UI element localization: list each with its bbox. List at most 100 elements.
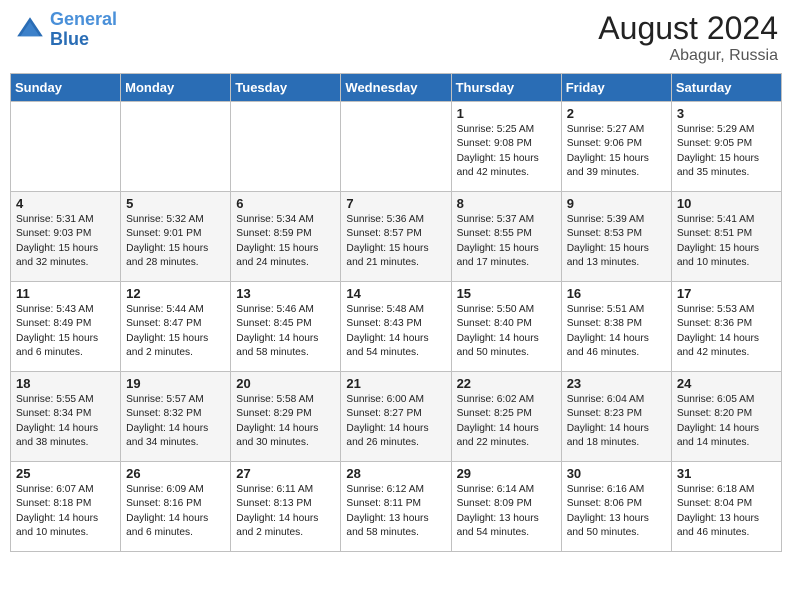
calendar-table: SundayMondayTuesdayWednesdayThursdayFrid… <box>10 73 782 552</box>
cell-sun-info: Sunrise: 6:05 AMSunset: 8:20 PMDaylight:… <box>677 393 776 450</box>
day-number: 16 <box>567 286 666 301</box>
calendar-cell: 5Sunrise: 5:32 AMSunset: 9:01 PMDaylight… <box>121 192 231 282</box>
day-number: 24 <box>677 376 776 391</box>
cell-sun-info: Sunrise: 5:46 AMSunset: 8:45 PMDaylight:… <box>236 303 335 360</box>
cell-sun-info: Sunrise: 5:37 AMSunset: 8:55 PMDaylight:… <box>457 213 556 270</box>
cell-sun-info: Sunrise: 6:04 AMSunset: 8:23 PMDaylight:… <box>567 393 666 450</box>
weekday-header-sunday: Sunday <box>11 74 121 102</box>
calendar-cell: 26Sunrise: 6:09 AMSunset: 8:16 PMDayligh… <box>121 462 231 552</box>
main-title: August 2024 <box>598 10 778 47</box>
cell-sun-info: Sunrise: 5:25 AMSunset: 9:08 PMDaylight:… <box>457 123 556 180</box>
sub-title: Abagur, Russia <box>598 47 778 65</box>
weekday-header-wednesday: Wednesday <box>341 74 451 102</box>
week-row-1: 1Sunrise: 5:25 AMSunset: 9:08 PMDaylight… <box>11 102 782 192</box>
day-number: 26 <box>126 466 225 481</box>
cell-sun-info: Sunrise: 5:43 AMSunset: 8:49 PMDaylight:… <box>16 303 115 360</box>
day-number: 25 <box>16 466 115 481</box>
day-number: 17 <box>677 286 776 301</box>
cell-sun-info: Sunrise: 5:39 AMSunset: 8:53 PMDaylight:… <box>567 213 666 270</box>
cell-sun-info: Sunrise: 6:07 AMSunset: 8:18 PMDaylight:… <box>16 483 115 540</box>
calendar-cell: 7 Sunrise: 5:36 AMSunset: 8:57 PMDaylight… <box>341 192 451 282</box>
calendar-cell: 15 Sunrise: 5:50 AMSunset: 8:40 PMDayligh… <box>451 282 561 372</box>
calendar-cell: 24 Sunrise: 6:05 AMSunset: 8:20 PMDayligh… <box>671 372 781 462</box>
logo: GeneralBlue <box>14 10 117 50</box>
weekday-header-saturday: Saturday <box>671 74 781 102</box>
calendar-cell: 1Sunrise: 5:25 AMSunset: 9:08 PMDaylight… <box>451 102 561 192</box>
cell-sun-info: Sunrise: 5:50 AMSunset: 8:40 PMDaylight:… <box>457 303 556 360</box>
page-header: GeneralBlue August 2024 Abagur, Russia <box>10 10 782 65</box>
cell-sun-info: Sunrise: 5:51 AMSunset: 8:38 PMDaylight:… <box>567 303 666 360</box>
day-number: 27 <box>236 466 335 481</box>
calendar-cell <box>121 102 231 192</box>
calendar-cell: 31Sunrise: 6:18 AMSunset: 8:04 PMDayligh… <box>671 462 781 552</box>
week-row-5: 25 Sunrise: 6:07 AMSunset: 8:18 PMDayligh… <box>11 462 782 552</box>
day-number: 4 <box>16 196 115 211</box>
cell-sun-info: Sunrise: 5:44 AMSunset: 8:47 PMDaylight:… <box>126 303 225 360</box>
cell-sun-info: Sunrise: 5:58 AMSunset: 8:29 PMDaylight:… <box>236 393 335 450</box>
weekday-header-thursday: Thursday <box>451 74 561 102</box>
calendar-cell: 12 Sunrise: 5:44 AMSunset: 8:47 PMDayligh… <box>121 282 231 372</box>
day-number: 21 <box>346 376 445 391</box>
weekday-header-friday: Friday <box>561 74 671 102</box>
calendar-cell: 3 Sunrise: 5:29 AMSunset: 9:05 PMDaylight… <box>671 102 781 192</box>
calendar-cell: 9 Sunrise: 5:39 AMSunset: 8:53 PMDaylight… <box>561 192 671 282</box>
day-number: 9 <box>567 196 666 211</box>
day-number: 15 <box>457 286 556 301</box>
cell-sun-info: Sunrise: 6:16 AMSunset: 8:06 PMDaylight:… <box>567 483 666 540</box>
day-number: 10 <box>677 196 776 211</box>
cell-sun-info: Sunrise: 6:12 AMSunset: 8:11 PMDaylight:… <box>346 483 445 540</box>
day-number: 18 <box>16 376 115 391</box>
day-number: 6 <box>236 196 335 211</box>
cell-sun-info: Sunrise: 5:34 AMSunset: 8:59 PMDaylight:… <box>236 213 335 270</box>
calendar-cell <box>11 102 121 192</box>
week-row-3: 11Sunrise: 5:43 AMSunset: 8:49 PMDayligh… <box>11 282 782 372</box>
day-number: 2 <box>567 106 666 121</box>
cell-sun-info: Sunrise: 5:31 AMSunset: 9:03 PMDaylight:… <box>16 213 115 270</box>
day-number: 23 <box>567 376 666 391</box>
calendar-cell: 6 Sunrise: 5:34 AMSunset: 8:59 PMDaylight… <box>231 192 341 282</box>
day-number: 7 <box>346 196 445 211</box>
title-block: August 2024 Abagur, Russia <box>598 10 778 65</box>
cell-sun-info: Sunrise: 5:36 AMSunset: 8:57 PMDaylight:… <box>346 213 445 270</box>
calendar-cell: 16 Sunrise: 5:51 AMSunset: 8:38 PMDayligh… <box>561 282 671 372</box>
logo-icon <box>14 14 46 46</box>
day-number: 13 <box>236 286 335 301</box>
calendar-cell: 25 Sunrise: 6:07 AMSunset: 8:18 PMDayligh… <box>11 462 121 552</box>
weekday-header-tuesday: Tuesday <box>231 74 341 102</box>
calendar-cell: 8 Sunrise: 5:37 AMSunset: 8:55 PMDaylight… <box>451 192 561 282</box>
calendar-cell: 30 Sunrise: 6:16 AMSunset: 8:06 PMDayligh… <box>561 462 671 552</box>
cell-sun-info: Sunrise: 6:14 AMSunset: 8:09 PMDaylight:… <box>457 483 556 540</box>
calendar-cell: 18 Sunrise: 5:55 AMSunset: 8:34 PMDayligh… <box>11 372 121 462</box>
day-number: 14 <box>346 286 445 301</box>
day-number: 29 <box>457 466 556 481</box>
calendar-cell: 29 Sunrise: 6:14 AMSunset: 8:09 PMDayligh… <box>451 462 561 552</box>
weekday-header-monday: Monday <box>121 74 231 102</box>
weekday-header-row: SundayMondayTuesdayWednesdayThursdayFrid… <box>11 74 782 102</box>
day-number: 8 <box>457 196 556 211</box>
calendar-cell: 28Sunrise: 6:12 AMSunset: 8:11 PMDayligh… <box>341 462 451 552</box>
calendar-cell: 17 Sunrise: 5:53 AMSunset: 8:36 PMDayligh… <box>671 282 781 372</box>
calendar-cell: 2Sunrise: 5:27 AMSunset: 9:06 PMDaylight… <box>561 102 671 192</box>
day-number: 22 <box>457 376 556 391</box>
calendar-cell: 14 Sunrise: 5:48 AMSunset: 8:43 PMDayligh… <box>341 282 451 372</box>
cell-sun-info: Sunrise: 5:57 AMSunset: 8:32 PMDaylight:… <box>126 393 225 450</box>
calendar-cell: 19 Sunrise: 5:57 AMSunset: 8:32 PMDayligh… <box>121 372 231 462</box>
logo-text: GeneralBlue <box>50 10 117 50</box>
cell-sun-info: Sunrise: 5:55 AMSunset: 8:34 PMDaylight:… <box>16 393 115 450</box>
day-number: 19 <box>126 376 225 391</box>
day-number: 12 <box>126 286 225 301</box>
calendar-cell: 23 Sunrise: 6:04 AMSunset: 8:23 PMDayligh… <box>561 372 671 462</box>
calendar-cell: 4 Sunrise: 5:31 AMSunset: 9:03 PMDaylight… <box>11 192 121 282</box>
calendar-cell: 13 Sunrise: 5:46 AMSunset: 8:45 PMDayligh… <box>231 282 341 372</box>
cell-sun-info: Sunrise: 6:00 AMSunset: 8:27 PMDaylight:… <box>346 393 445 450</box>
week-row-2: 4 Sunrise: 5:31 AMSunset: 9:03 PMDaylight… <box>11 192 782 282</box>
cell-sun-info: Sunrise: 6:02 AMSunset: 8:25 PMDaylight:… <box>457 393 556 450</box>
cell-sun-info: Sunrise: 5:53 AMSunset: 8:36 PMDaylight:… <box>677 303 776 360</box>
cell-sun-info: Sunrise: 5:48 AMSunset: 8:43 PMDaylight:… <box>346 303 445 360</box>
day-number: 30 <box>567 466 666 481</box>
day-number: 3 <box>677 106 776 121</box>
day-number: 31 <box>677 466 776 481</box>
cell-sun-info: Sunrise: 5:32 AMSunset: 9:01 PMDaylight:… <box>126 213 225 270</box>
calendar-cell: 10Sunrise: 5:41 AMSunset: 8:51 PMDayligh… <box>671 192 781 282</box>
cell-sun-info: Sunrise: 5:29 AMSunset: 9:05 PMDaylight:… <box>677 123 776 180</box>
